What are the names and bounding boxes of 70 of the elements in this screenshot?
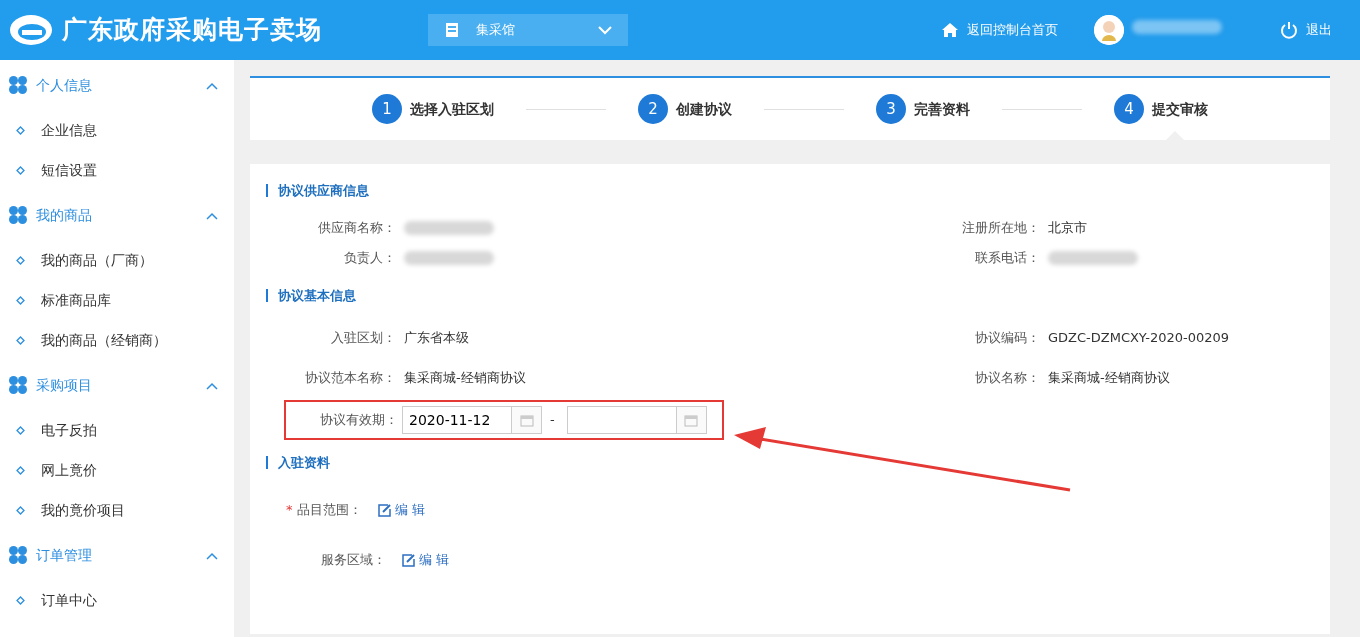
diamond-icon	[16, 335, 25, 345]
step-number: 4	[1114, 94, 1144, 124]
field-label: 服务区域：	[320, 551, 386, 570]
field-label: 联系电话：	[974, 249, 1040, 268]
diamond-icon	[16, 465, 25, 475]
chevron-down-icon	[598, 25, 612, 35]
sidebar-item[interactable]: 短信设置	[0, 150, 234, 190]
sidebar-item[interactable]: 企业信息	[0, 110, 234, 150]
field-label: 供应商名称：	[317, 219, 396, 238]
diamond-icon	[16, 295, 25, 305]
step-label: 提交审核	[1152, 99, 1208, 119]
field-label: 协议范本名称：	[304, 369, 396, 388]
sidebar-item[interactable]: 我的商品（经销商）	[0, 320, 234, 360]
section-title: 协议供应商信息	[266, 184, 1314, 197]
sidebar-item[interactable]: 我的商品（厂商）	[0, 240, 234, 280]
diamond-icon	[16, 505, 25, 515]
field-label: 协议编码：	[974, 329, 1040, 348]
field-value: 集采商城-经销商协议	[1048, 369, 1170, 388]
calendar-icon[interactable]	[519, 413, 534, 427]
sidebar-group-header[interactable]: 订单管理	[0, 530, 234, 580]
power-icon	[1280, 21, 1298, 39]
step-number: 1	[372, 94, 402, 124]
diamond-icon	[16, 255, 25, 265]
required-mark: *	[286, 501, 293, 520]
diamond-icon	[16, 165, 25, 175]
sidebar-group-header[interactable]: 我的商品	[0, 190, 234, 240]
clover-icon	[8, 375, 28, 395]
field-label: 注册所在地：	[961, 219, 1040, 238]
logo-icon	[8, 13, 54, 47]
diamond-icon	[16, 125, 25, 135]
sidebar-item[interactable]: 我的竟价项目	[0, 490, 234, 530]
field-label: 负责人：	[343, 249, 396, 268]
edit-link[interactable]: 编 辑	[377, 500, 425, 520]
date-field[interactable]	[566, 406, 707, 434]
diamond-icon	[16, 595, 25, 605]
field-label: 品目范围：	[296, 501, 362, 520]
step-number: 3	[876, 94, 906, 124]
field-value: 广东省本级	[404, 329, 469, 348]
edit-icon	[402, 553, 415, 567]
edit-link[interactable]: 编 辑	[402, 550, 450, 570]
step-label: 创建协议	[676, 99, 732, 119]
building-icon	[444, 22, 460, 38]
field-label: 入驻区划：	[330, 329, 396, 348]
home-icon	[941, 22, 959, 38]
field-value: GDZC-DZMCXY-2020-00209	[1048, 329, 1230, 348]
clover-icon	[8, 545, 28, 565]
step-label: 完善资料	[914, 99, 970, 119]
site-title: 广东政府采购电子卖场	[62, 14, 322, 47]
field-value: 集采商城-经销商协议	[404, 369, 526, 388]
sidebar-item[interactable]: 标准商品库	[0, 280, 234, 320]
avatar-icon	[1094, 15, 1124, 45]
edit-icon	[377, 503, 391, 517]
sidebar-item[interactable]: 订单中心	[0, 580, 234, 620]
calendar-icon[interactable]	[684, 413, 699, 427]
field-label: 协议有效期：	[319, 411, 398, 430]
diamond-icon	[16, 425, 25, 435]
section-title: 入驻资料	[266, 456, 1314, 469]
sidebar-item[interactable]: 网上竟价	[0, 450, 234, 490]
clover-icon	[8, 75, 28, 95]
field-value: 北京市	[1048, 219, 1087, 238]
sidebar-group-header[interactable]: 采购项目	[0, 360, 234, 410]
section-title: 协议基本信息	[266, 289, 1314, 302]
step-number: 2	[638, 94, 668, 124]
sidebar-group-header[interactable]: 个人信息	[0, 60, 234, 110]
field-label: 协议名称：	[974, 369, 1040, 388]
sidebar-item[interactable]: 电子反拍	[0, 410, 234, 450]
clover-icon	[8, 205, 28, 225]
date-separator: -	[550, 411, 555, 430]
date-field[interactable]: 2020-11-12	[402, 406, 542, 434]
step-label: 选择入驻区划	[410, 99, 494, 119]
